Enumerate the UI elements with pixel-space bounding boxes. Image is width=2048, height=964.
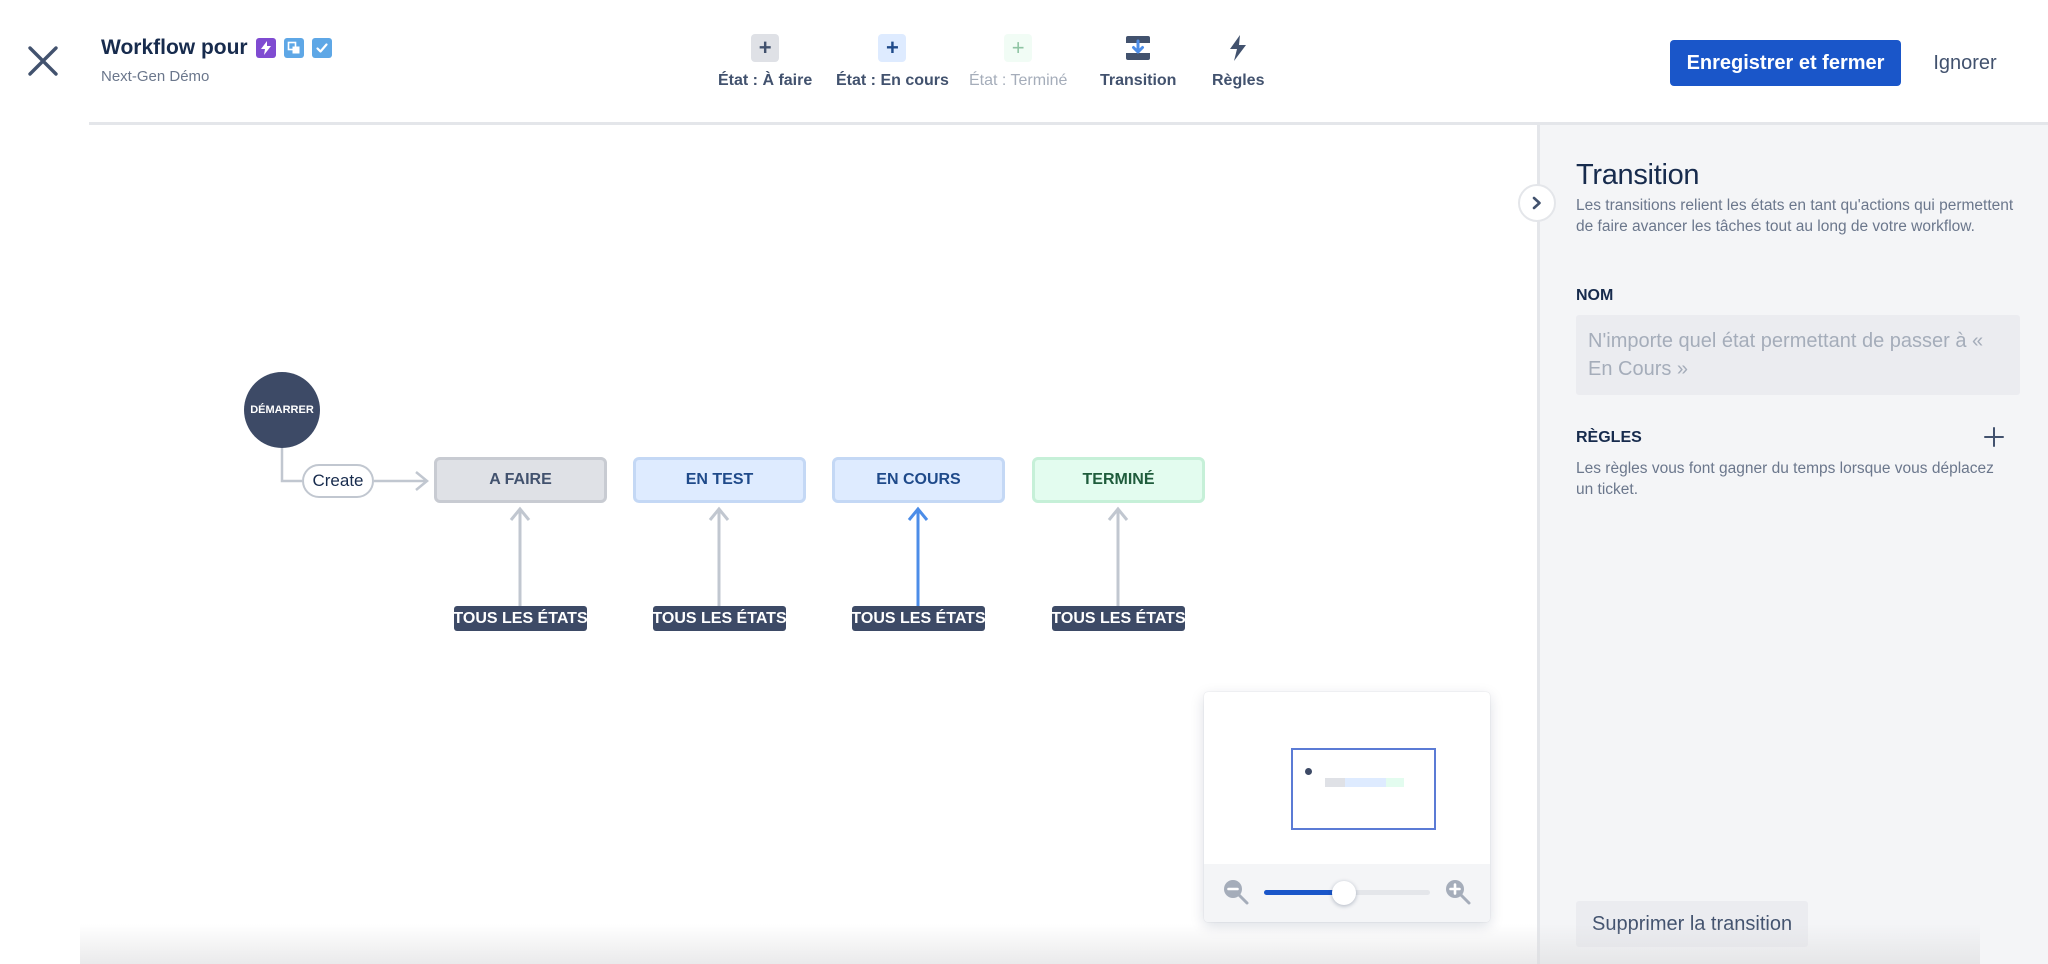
transition-panel: Transition Les transitions relient les é… xyxy=(1537,125,2048,964)
ignore-button[interactable]: Ignorer xyxy=(1920,40,2010,86)
rules-description: Les règles vous font gagner du temps lor… xyxy=(1576,460,1994,498)
delete-transition-button[interactable]: Supprimer la transition xyxy=(1576,901,1809,947)
create-transition-label[interactable]: Create xyxy=(302,464,374,498)
name-label: NOM xyxy=(1576,287,1614,304)
rules-label: RÈGLES xyxy=(1576,429,1642,446)
minimap-status-todo xyxy=(1325,778,1345,787)
workflow-editor: Workflow pour Next-Gen Démo + État : À f… xyxy=(0,0,2048,964)
panel-title: Transition xyxy=(1576,159,1700,191)
zoom-out-icon[interactable] xyxy=(1222,878,1250,906)
status-node-inprogress[interactable]: EN COURS xyxy=(832,457,1005,503)
zoom-in-icon[interactable] xyxy=(1444,878,1472,906)
minimap-start-node xyxy=(1305,768,1312,775)
minimap xyxy=(1204,692,1490,922)
plus-icon xyxy=(1984,427,2004,447)
minimap-status-test xyxy=(1345,778,1366,787)
chevron-right-icon xyxy=(1532,196,1541,210)
start-node[interactable]: DÉMARRER xyxy=(244,372,320,448)
collapse-panel-button[interactable] xyxy=(1518,184,1556,222)
save-and-close-button[interactable]: Enregistrer et fermer xyxy=(1670,40,1901,86)
status-node-test[interactable]: EN TEST xyxy=(633,457,806,503)
status-node-todo[interactable]: A FAIRE xyxy=(434,457,607,503)
all-states-label[interactable]: TOUS LES ÉTATS xyxy=(1051,606,1186,631)
zoom-slider[interactable] xyxy=(1264,881,1430,905)
panel-description: Les transitions relient les états en tan… xyxy=(1576,197,2014,235)
status-node-done[interactable]: TERMINÉ xyxy=(1032,457,1205,503)
all-states-label[interactable]: TOUS LES ÉTATS xyxy=(652,606,787,631)
zoom-slider-thumb[interactable] xyxy=(1331,881,1356,905)
add-rule-button[interactable] xyxy=(1980,423,2008,451)
minimap-status-done xyxy=(1386,778,1404,787)
zoom-controls xyxy=(1204,864,1490,922)
transition-name-input[interactable] xyxy=(1576,315,2020,395)
minimap-viewport[interactable] xyxy=(1291,748,1436,830)
minimap-status-inprogress xyxy=(1366,778,1386,787)
all-states-label[interactable]: TOUS LES ÉTATS xyxy=(453,606,588,631)
all-states-label[interactable]: TOUS LES ÉTATS xyxy=(851,606,986,631)
